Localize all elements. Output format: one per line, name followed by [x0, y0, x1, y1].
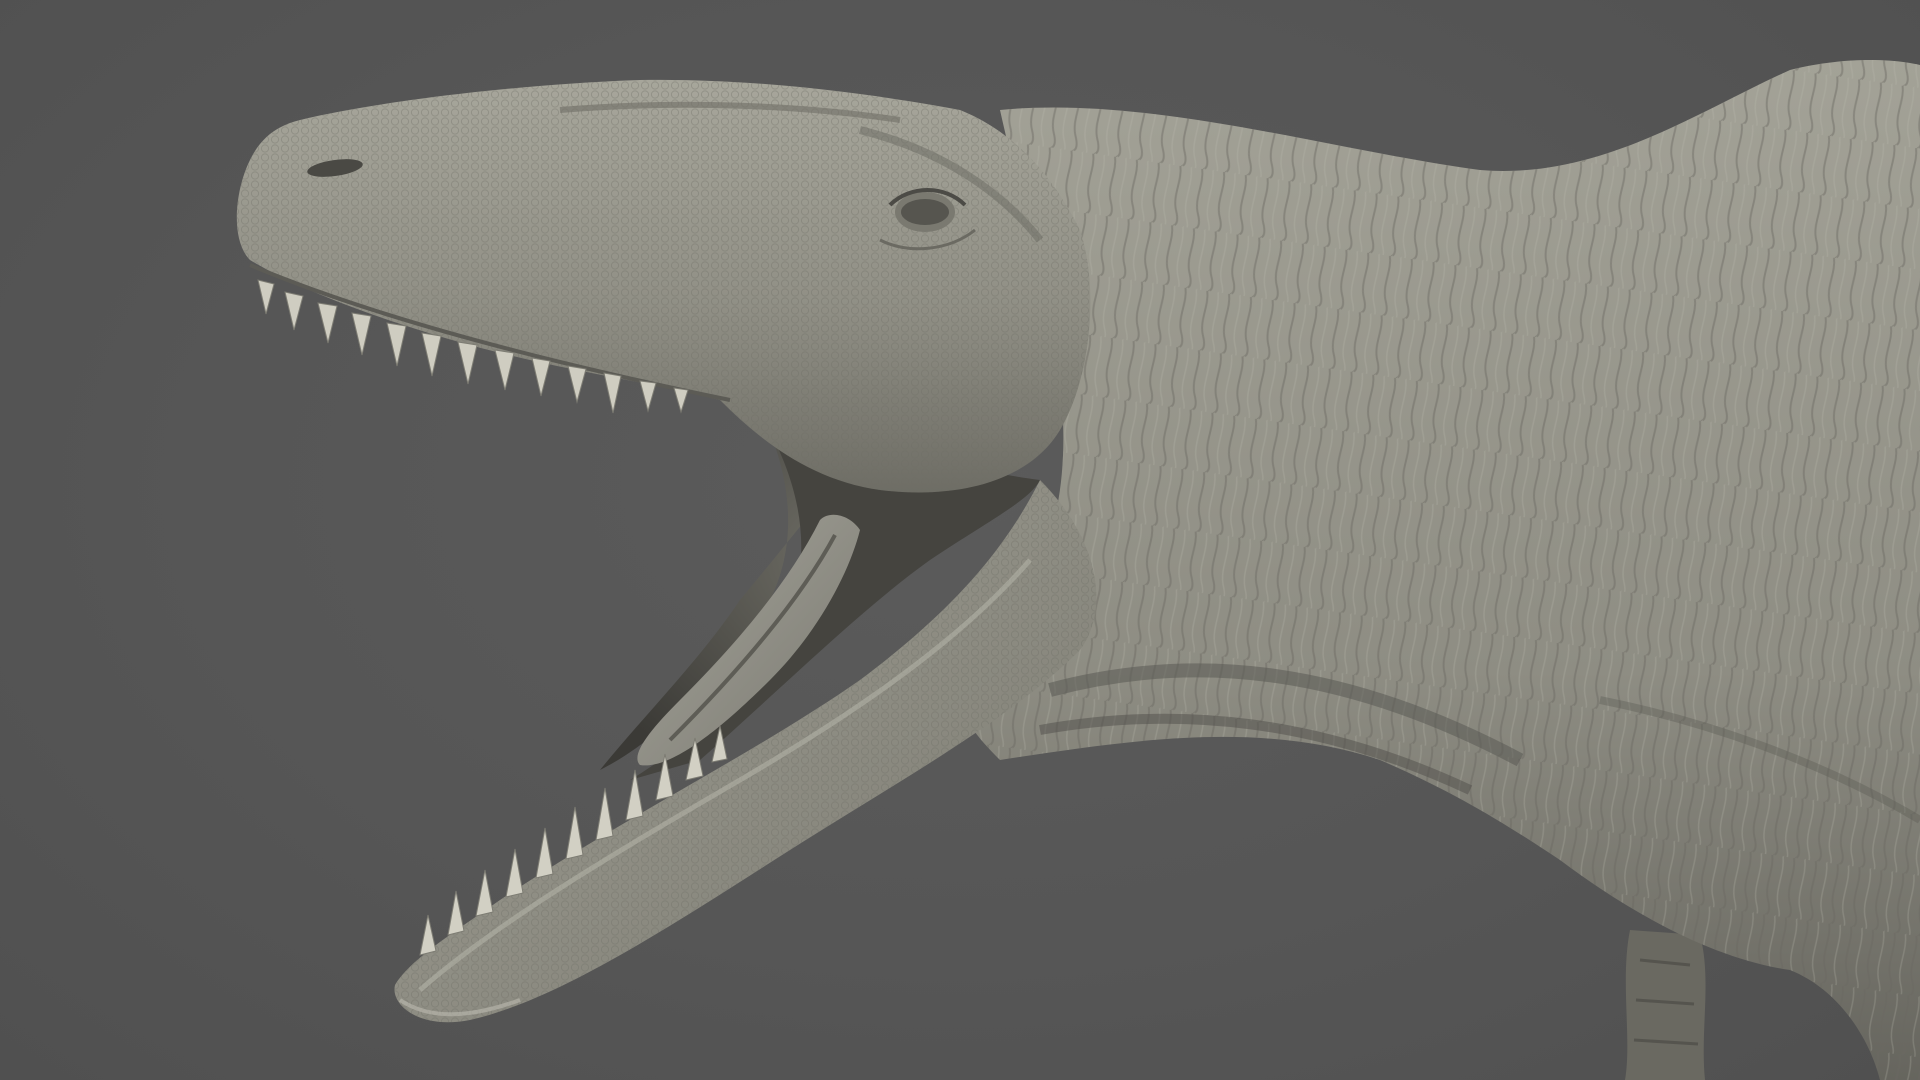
- viewport: [0, 0, 1920, 1080]
- dinosaur-sculpt-render: [236, 60, 1920, 1080]
